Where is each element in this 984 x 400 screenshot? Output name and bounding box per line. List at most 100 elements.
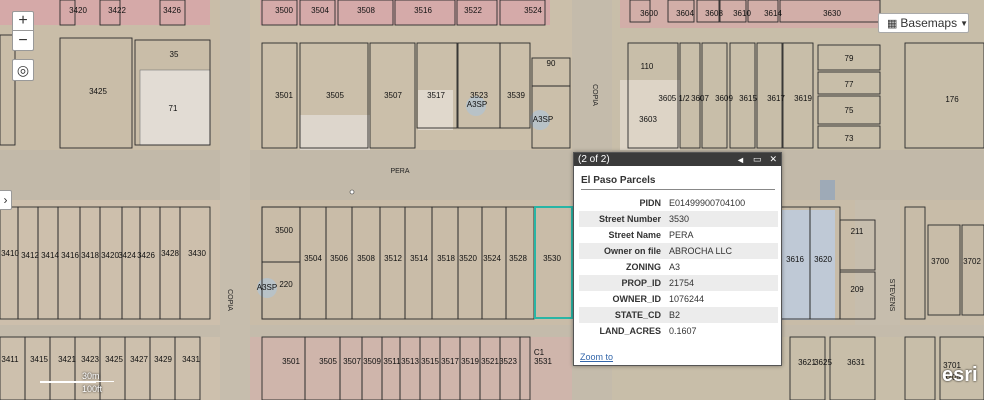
attribute-value: E01499900704100 [669,198,746,208]
attributes-table: PIDN E01499900704100 Street Number 3530 Stre… [579,195,778,339]
parcel-label: 3531 [534,357,552,366]
parcel-label: 3508 [357,254,375,263]
parcel-label: 3420 [69,6,87,15]
parcel-label: 3507 [384,91,402,100]
scale-bar: 30m 100ft [40,371,114,394]
attribute-value: 21754 [666,275,778,291]
attribute-row: Owner on file ABROCHA LLC [579,243,778,259]
parcel-label: 3515 [421,357,439,366]
zoom-to-link[interactable]: Zoom to [580,352,613,362]
parcel-label: 3429 [154,355,172,364]
parcel-label: 3418 [81,251,99,260]
parcel-label: 3424 [118,251,136,260]
parcel-label: 110 [641,62,654,71]
chevron-right-icon: › [3,193,8,207]
parcel-label: 3425 [89,87,107,96]
parcel-label: A3SP [257,283,277,292]
basemaps-button[interactable]: ▦ Basemaps ▼ [878,13,969,33]
scale-label-imperial: 100ft [82,384,103,394]
parcel-label: 209 [850,285,864,294]
grid-icon: ▦ [887,17,898,30]
parcel-label: 3430 [188,249,206,258]
attribute-row: ZONING A3 [579,259,778,275]
parcel-label: 3700 [931,257,949,266]
parcel-label: 3517 [441,357,459,366]
parcel-label: 90 [547,59,556,68]
parcel-label: 3420 [101,251,119,260]
parcel-label: 3504 [311,6,329,15]
street-label: PERA [390,168,409,175]
attribute-row: OWNER_ID 1076244 [579,291,778,307]
parcel-label: 3520 [459,254,477,263]
parcel-label: 3509 [363,357,381,366]
attribute-key: OWNER_ID [612,294,661,304]
parcel-label: 3428 [161,249,179,258]
zoom-in-button[interactable]: + [12,11,34,31]
parcel-label: 3609 [715,94,733,103]
attribute-value: ABROCHA LLC [666,243,778,259]
parcel-label: 3506 [330,254,348,263]
attribute-key: Street Number [579,211,666,227]
attribute-value: A3 [669,262,681,272]
parcel-label: 3426 [163,6,181,15]
parcel-label: 3500 [275,6,293,15]
parcel-label: 3427 [130,355,148,364]
parcel-label: 3608 [705,9,723,18]
parcel-label: 211 [851,227,864,236]
crosshair-icon: ◎ [16,61,30,78]
parcel-label: 3508 [357,6,375,15]
parcel-label: 71 [169,104,178,113]
parcel-label: 3614 [764,9,782,18]
parcel-label: 3410 [1,249,19,258]
parcel-label: 3539 [507,91,525,100]
parcel-label: 3505 [326,91,344,100]
basemaps-label: Basemaps [900,16,958,30]
map-canvas[interactable]: 3420 3422 3426 3500 3504 3508 3516 3522 3524 3600… [0,0,984,400]
attribute-key: Owner on file [579,243,666,259]
scale-label-metric: 30m [82,371,100,381]
parcel-label: 3631 [847,358,865,367]
attribute-value: 1076244 [669,294,705,304]
parcel-label: 3426 [137,251,155,260]
parcel-label: A3SP [533,115,553,124]
parcel-label: 73 [845,134,854,143]
attribute-key: STATE_CD [579,307,666,323]
parcel-label: 3411 [1,355,19,364]
expand-panel-button[interactable]: › [0,190,12,210]
parcel-label: 3607 [691,94,709,103]
attribute-key: ZONING [626,262,661,272]
parcel-label: 3415 [30,355,48,364]
parcel-label: 35 [170,50,179,59]
parcel-label: 3605 1/2 [658,94,690,103]
parcel-label: 3522 [464,6,482,15]
parcel-label: 3603 [639,115,657,124]
parcel-label: 3517 [427,91,445,100]
street-label: COPIA [226,289,233,311]
zoom-out-button[interactable]: − [12,31,34,51]
attribute-row: STATE_CD B2 [579,307,778,323]
attribute-key: PIDN [639,198,661,208]
locate-button[interactable]: ◎ [12,59,34,81]
previous-feature-icon[interactable]: ◄ [736,155,745,165]
parcel-label: 3505 [319,357,337,366]
parcel-label: 3501 [275,91,293,100]
parcel-label: 3501 [282,357,300,366]
popup-title: El Paso Parcels [581,175,775,190]
attribute-row: PROP_ID 21754 [579,275,778,291]
parcel-label: 3702 [963,257,981,266]
parcel-label: 3504 [304,254,322,263]
parcel-label: 77 [845,80,854,89]
parcel-label: 176 [945,95,959,104]
parcel-label: 3630 [823,9,841,18]
esri-logo: esri [942,364,978,386]
parcel-label: 3610 [733,9,751,18]
maximize-icon[interactable]: ▭ [753,154,762,165]
street-label: STEVENS [888,279,895,312]
parcel-label: 75 [845,106,854,115]
close-icon[interactable]: ✕ [769,154,777,165]
parcel-label: 3516 [414,6,432,15]
attribute-row: Street Number 3530 [579,211,778,227]
attribute-key: LAND_ACRES [599,326,661,336]
parcel-label: 3512 [384,254,402,263]
parcel-label: 3412 [21,251,39,260]
